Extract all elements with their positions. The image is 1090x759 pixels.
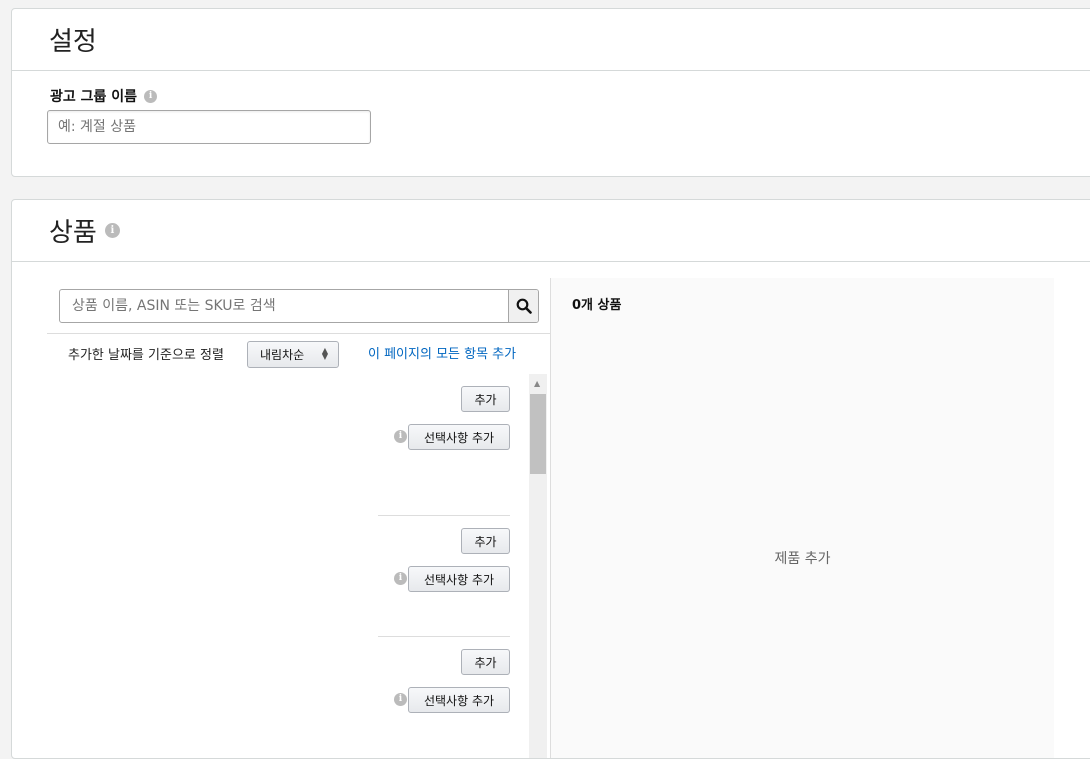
- add-all-on-page-link[interactable]: 이 페이지의 모든 항목 추가: [368, 343, 516, 362]
- settings-title: 설정: [49, 27, 97, 57]
- list-item: 추가 i 선택사항 추가: [378, 374, 510, 494]
- info-icon[interactable]: i: [104, 223, 120, 238]
- search-button[interactable]: [508, 290, 538, 322]
- ad-group-name-label-text: 광고 그룹 이름: [50, 89, 138, 105]
- list-item: 추가 i 선택사항 추가: [378, 515, 510, 635]
- product-search-input[interactable]: [60, 290, 508, 322]
- sort-order-value: 내림차순: [260, 348, 305, 362]
- add-options-button[interactable]: 선택사항 추가: [408, 687, 510, 713]
- products-header: 상품 i: [12, 200, 1090, 262]
- add-options-button[interactable]: 선택사항 추가: [408, 424, 510, 450]
- ad-group-name-label: 광고 그룹 이름 i: [50, 86, 158, 106]
- selected-products-column: 0개 상품 제품 추가: [551, 278, 1054, 758]
- settings-header: 설정: [12, 9, 1090, 71]
- ad-group-name-input[interactable]: [47, 110, 371, 144]
- scroll-thumb[interactable]: [530, 394, 546, 474]
- empty-state-text: 제품 추가: [774, 551, 831, 567]
- divider: [47, 333, 551, 334]
- add-button[interactable]: 추가: [461, 649, 510, 675]
- product-results-list: 추가 i 선택사항 추가 추가 i 선택사항 추가 추가 i 선택사항 추가: [378, 374, 510, 758]
- info-icon[interactable]: i: [394, 572, 407, 585]
- add-button[interactable]: 추가: [461, 386, 510, 412]
- scroll-up-arrow-icon[interactable]: ▲: [534, 379, 540, 388]
- info-icon[interactable]: i: [394, 430, 407, 443]
- add-options-button[interactable]: 선택사항 추가: [408, 566, 510, 592]
- add-button[interactable]: 추가: [461, 528, 510, 554]
- results-scrollbar[interactable]: ▲: [529, 374, 547, 758]
- product-search-column: 추가한 날짜를 기준으로 정렬 내림차순 ▲▼ 이 페이지의 모든 항목 추가 …: [47, 262, 551, 758]
- settings-panel: 설정 광고 그룹 이름 i: [11, 8, 1090, 177]
- selected-count-label: 0개 상품: [572, 298, 622, 313]
- product-search-box: [59, 289, 539, 323]
- list-item: 추가 i 선택사항 추가: [378, 636, 510, 756]
- sort-arrows-icon: ▲ ▼: [321, 346, 328, 361]
- info-icon[interactable]: i: [144, 89, 158, 103]
- products-title: 상품: [49, 218, 97, 248]
- search-icon: [516, 298, 532, 314]
- products-panel: 상품 i 추가한 날짜를 기준으로 정렬 내림차순 ▲▼ 이 페이지의 모든 항…: [11, 199, 1090, 759]
- sort-label: 추가한 날짜를 기준으로 정렬: [68, 348, 224, 363]
- sort-order-select[interactable]: 내림차순 ▲ ▼: [247, 341, 339, 368]
- info-icon[interactable]: i: [394, 693, 407, 706]
